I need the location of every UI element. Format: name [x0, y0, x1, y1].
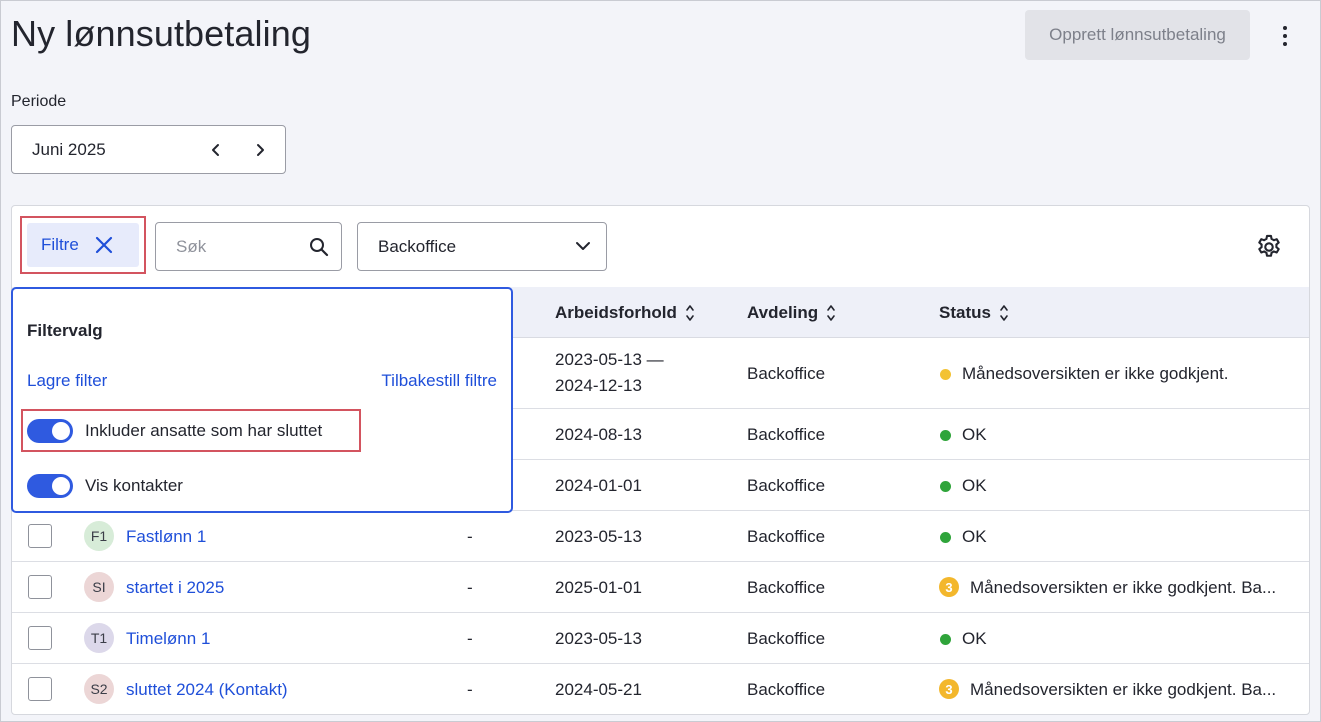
- ok-status-dot: [940, 481, 951, 492]
- employee-name-link[interactable]: Fastlønn 1: [126, 527, 206, 547]
- employment-period: 2024-01-01: [555, 476, 642, 495]
- filter-toggle-highlight: Filtre: [20, 216, 146, 274]
- ok-status-dot: [940, 532, 951, 543]
- gear-icon[interactable]: [1255, 233, 1283, 261]
- employee-name-link[interactable]: startet i 2025: [126, 578, 224, 598]
- column-header-department[interactable]: Avdeling: [747, 303, 836, 323]
- avatar: S2: [84, 674, 114, 704]
- search-box[interactable]: [155, 222, 342, 271]
- column-header-employment[interactable]: Arbeidsforhold: [555, 303, 695, 323]
- reset-filters-link[interactable]: Tilbakestill filtre: [381, 371, 497, 391]
- avatar: T1: [84, 623, 114, 653]
- sort-icon[interactable]: [826, 304, 836, 322]
- column-header-status[interactable]: Status: [939, 303, 1009, 323]
- filter-button[interactable]: Filtre: [27, 223, 139, 267]
- empty-value: -: [467, 527, 473, 546]
- department-cell: Backoffice: [747, 527, 826, 546]
- chevron-left-icon[interactable]: [204, 138, 228, 162]
- save-filter-link[interactable]: Lagre filter: [27, 371, 107, 391]
- status-text: Månedsoversikten er ikke godkjent. Ba...: [970, 680, 1277, 699]
- table-row[interactable]: S2 sluttet 2024 (Kontakt) - 2024-05-21 B…: [12, 664, 1309, 714]
- department-cell: Backoffice: [747, 425, 826, 444]
- ok-status-dot: [940, 634, 951, 645]
- period-label: Periode: [11, 93, 67, 110]
- table-row[interactable]: F1 Fastlønn 1 - 2023-05-13 Backoffice OK: [12, 511, 1309, 562]
- page-title: Ny lønnsutbetaling: [11, 13, 311, 54]
- warning-count-badge: 3: [939, 679, 959, 699]
- avatar: SI: [84, 572, 114, 602]
- status-text: Månedsoversikten er ikke godkjent.: [962, 364, 1229, 383]
- show-contacts-toggle[interactable]: [27, 474, 73, 498]
- row-checkbox[interactable]: [28, 677, 52, 701]
- period-picker[interactable]: Juni 2025: [11, 125, 286, 174]
- ok-status-dot: [940, 430, 951, 441]
- department-cell: Backoffice: [747, 629, 826, 648]
- row-checkbox[interactable]: [28, 626, 52, 650]
- empty-value: -: [467, 578, 473, 597]
- period-value: Juni 2025: [32, 139, 106, 159]
- warning-count-badge: 3: [939, 577, 959, 597]
- search-input[interactable]: [176, 236, 296, 257]
- employment-period: 2023-05-13: [555, 527, 642, 546]
- employment-period: 2025-01-01: [555, 578, 642, 597]
- filter-panel-title: Filtervalg: [27, 321, 103, 340]
- employment-period: 2024-08-13: [555, 425, 642, 444]
- status-text: Månedsoversikten er ikke godkjent. Ba...: [970, 578, 1277, 597]
- empty-value: -: [467, 680, 473, 699]
- row-checkbox[interactable]: [28, 575, 52, 599]
- employee-name-link[interactable]: Timelønn 1: [126, 629, 210, 649]
- status-text: OK: [962, 527, 987, 546]
- row-checkbox[interactable]: [28, 524, 52, 548]
- employment-period: 2023-05-13: [555, 629, 642, 648]
- show-contacts-label: Vis kontakter: [85, 476, 183, 495]
- employment-period-end: 2024-12-13: [555, 376, 642, 395]
- search-icon[interactable]: [309, 237, 329, 257]
- department-cell: Backoffice: [747, 680, 826, 699]
- employee-name-link[interactable]: sluttet 2024 (Kontakt): [126, 680, 288, 700]
- close-icon[interactable]: [95, 236, 113, 254]
- department-cell: Backoffice: [747, 364, 826, 383]
- sort-icon[interactable]: [685, 304, 695, 322]
- status-text: OK: [962, 629, 987, 648]
- table-row[interactable]: SI startet i 2025 - 2025-01-01 Backoffic…: [12, 562, 1309, 613]
- employment-period: 2024-05-21: [555, 680, 642, 699]
- department-select[interactable]: Backoffice: [357, 222, 607, 271]
- status-text: OK: [962, 425, 987, 444]
- empty-value: -: [467, 629, 473, 648]
- department-cell: Backoffice: [747, 578, 826, 597]
- avatar: F1: [84, 521, 114, 551]
- warning-status-dot: [940, 369, 951, 380]
- employment-period: 2023-05-13 —: [555, 350, 664, 369]
- include-terminated-toggle[interactable]: [27, 419, 73, 443]
- create-payroll-button[interactable]: Opprett lønnsutbetaling: [1025, 10, 1250, 60]
- app-frame: Ny lønnsutbetaling Opprett lønnsutbetali…: [0, 0, 1321, 722]
- more-options-icon[interactable]: [1271, 21, 1299, 51]
- status-text: OK: [962, 476, 987, 495]
- chevron-down-icon: [576, 242, 590, 250]
- chevron-right-icon[interactable]: [248, 138, 272, 162]
- table-row[interactable]: T1 Timelønn 1 - 2023-05-13 Backoffice OK: [12, 613, 1309, 664]
- sort-icon[interactable]: [999, 304, 1009, 322]
- department-select-value: Backoffice: [378, 236, 457, 256]
- department-cell: Backoffice: [747, 476, 826, 495]
- include-terminated-label: Inkluder ansatte som har sluttet: [85, 421, 323, 440]
- filter-panel: Filtervalg Lagre filter Tilbakestill fil…: [11, 287, 513, 513]
- filter-button-label: Filtre: [41, 235, 79, 254]
